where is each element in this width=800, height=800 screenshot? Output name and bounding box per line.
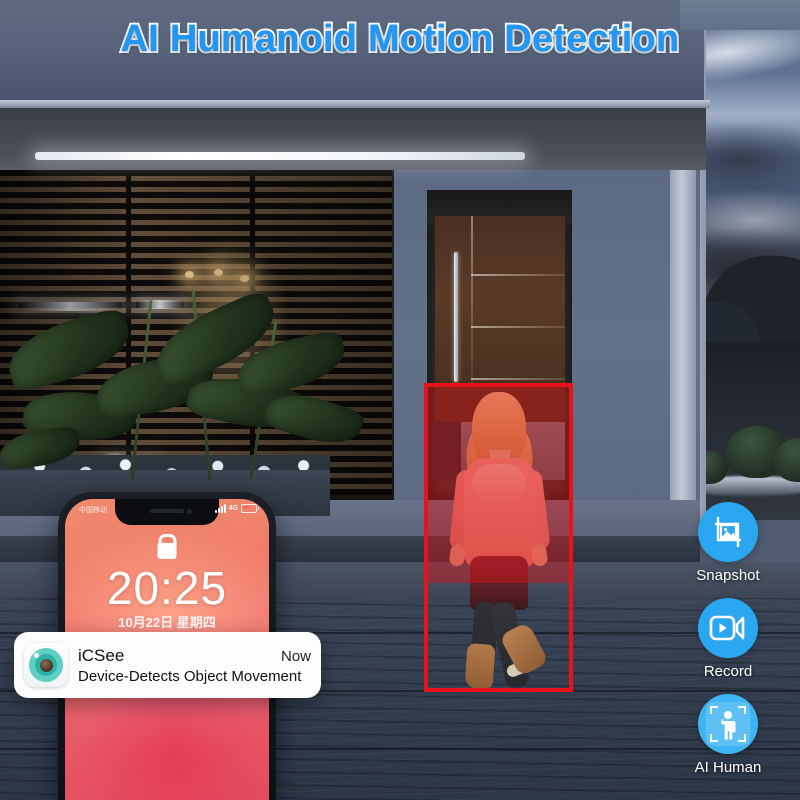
building-pillar (670, 150, 696, 540)
front-camera-icon (187, 509, 192, 514)
notification-message: Device-Detects Object Movement (78, 667, 302, 685)
feature-record[interactable]: Record (682, 598, 774, 680)
record-icon (709, 615, 745, 641)
detection-bounding-box (424, 383, 573, 692)
lock-icon (157, 543, 177, 559)
icsee-eye-icon (29, 648, 63, 682)
ceiling-light-strip (35, 152, 525, 160)
feature-snapshot[interactable]: Snapshot (682, 502, 774, 584)
push-notification-card[interactable]: iCSee Now Device-Detects Object Movement (14, 632, 321, 698)
status-bar-carrier: 中国移动 (79, 507, 107, 514)
record-button[interactable] (698, 598, 758, 658)
lock-screen-date: 10月22日 星期四 (118, 615, 216, 630)
notification-timestamp: Now (280, 647, 311, 665)
icsee-app-icon (24, 643, 68, 687)
notification-app-name: iCSee (78, 645, 125, 665)
ai-human-label: AI Human (694, 759, 762, 776)
feature-ai-human[interactable]: AI Human (682, 694, 774, 776)
phone-notch (115, 499, 219, 525)
record-label: Record (703, 663, 753, 680)
roof-edge-highlight (0, 100, 710, 108)
snapshot-icon (714, 516, 742, 548)
door-handle (454, 252, 458, 382)
detection-frame (706, 702, 750, 746)
soffit (0, 108, 706, 170)
promo-image-canvas: AI Humanoid Motion Detection AI Humanoid… (0, 0, 800, 800)
signal-bars-icon (214, 504, 226, 513)
ai-human-button[interactable] (698, 694, 758, 754)
page-title: AI Humanoid Motion Detection (120, 18, 680, 60)
snapshot-button[interactable] (698, 502, 758, 562)
snapshot-label: Snapshot (696, 567, 760, 584)
battery-icon (241, 504, 259, 513)
notification-content: iCSee Now Device-Detects Object Movement (78, 646, 311, 685)
lock-screen-clock: 20:25 (106, 562, 228, 614)
ai-human-icon (710, 706, 746, 742)
network-type-label: 4G (228, 505, 238, 512)
earpiece-speaker (150, 509, 184, 513)
status-bar-right: 4G (214, 504, 259, 513)
